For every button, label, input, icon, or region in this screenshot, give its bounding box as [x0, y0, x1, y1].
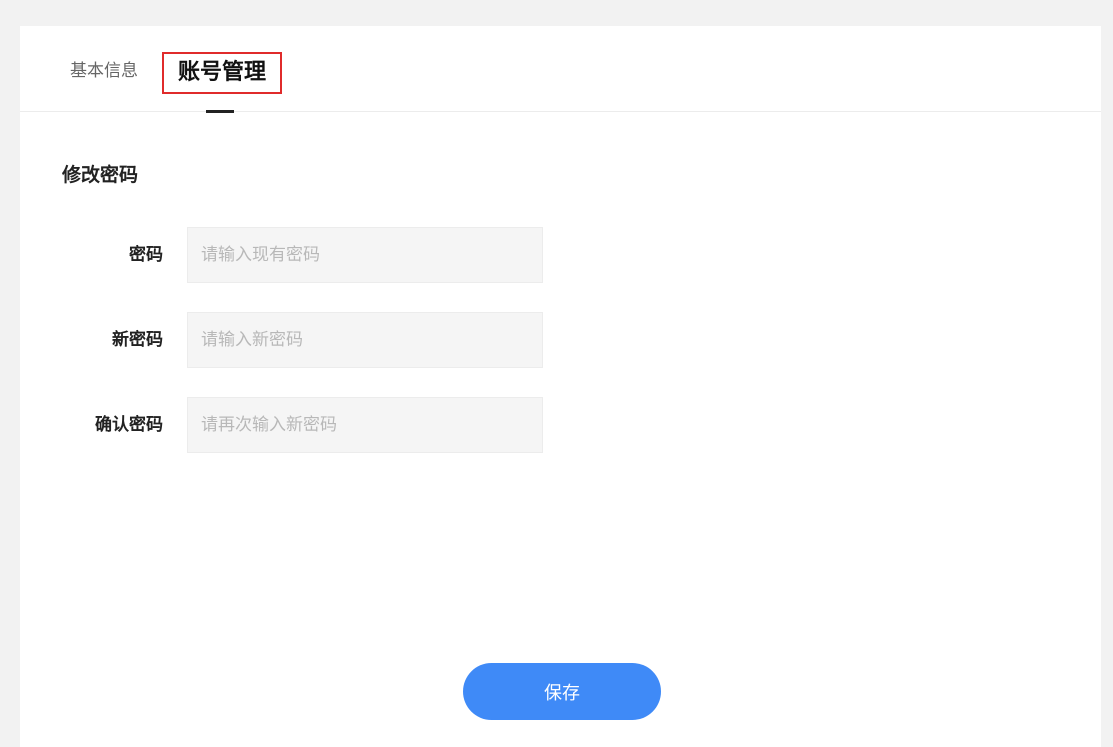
confirm-password-label: 确认密码	[95, 415, 163, 435]
tab-basic-info[interactable]: 基本信息	[70, 60, 138, 82]
new-password-label: 新密码	[112, 330, 163, 350]
save-button[interactable]: 保存	[463, 663, 661, 720]
tab-bar: 基本信息 账号管理	[20, 26, 1101, 113]
tab-account-management[interactable]: 账号管理	[162, 52, 282, 94]
current-password-label: 密码	[129, 245, 163, 265]
confirm-password-row: 确认密码	[20, 397, 620, 453]
current-password-row: 密码	[20, 227, 620, 283]
new-password-row: 新密码	[20, 312, 620, 368]
section-title: 修改密码	[62, 164, 139, 186]
current-password-input[interactable]	[187, 227, 543, 283]
confirm-password-input[interactable]	[187, 397, 543, 453]
new-password-input[interactable]	[187, 312, 543, 368]
active-tab-indicator	[206, 110, 234, 113]
settings-card: 基本信息 账号管理 修改密码 密码 新密码 确认密码 保存	[20, 26, 1101, 747]
